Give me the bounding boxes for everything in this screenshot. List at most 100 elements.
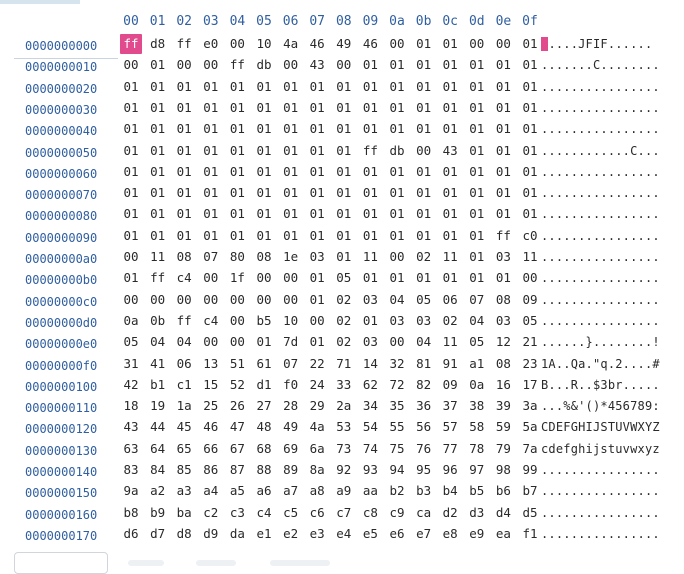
hex-byte[interactable]: 00 — [200, 290, 222, 310]
ascii-text[interactable]: CDEFGHIJSTUVWXYZ — [541, 417, 681, 437]
hex-byte[interactable]: 59 — [492, 417, 514, 437]
hex-byte[interactable]: e1 — [253, 524, 275, 544]
hex-byte[interactable]: 10 — [280, 311, 302, 331]
hex-byte[interactable]: 07 — [466, 290, 488, 310]
hex-byte[interactable]: 01 — [173, 98, 195, 118]
hex-byte[interactable]: 16 — [492, 375, 514, 395]
hex-byte[interactable]: 01 — [173, 162, 195, 182]
row-offset[interactable]: 0000000020 — [25, 81, 115, 97]
hex-byte[interactable]: c0 — [519, 226, 541, 246]
hex-byte[interactable]: 01 — [333, 119, 355, 139]
hex-byte[interactable]: b1 — [147, 375, 169, 395]
hex-byte[interactable]: 01 — [253, 183, 275, 203]
ascii-text[interactable]: ................ — [541, 524, 681, 544]
hex-byte[interactable]: 01 — [492, 55, 514, 75]
row-offset[interactable]: 0000000130 — [25, 443, 115, 459]
row-offset[interactable]: 00000000a0 — [25, 251, 115, 267]
hex-byte[interactable]: 46 — [359, 34, 381, 54]
hex-byte[interactable]: 01 — [253, 77, 275, 97]
bottom-input-box[interactable] — [14, 552, 108, 574]
hex-byte[interactable]: 03 — [386, 311, 408, 331]
hex-byte[interactable]: 46 — [306, 34, 328, 54]
hex-byte[interactable]: 47 — [226, 417, 248, 437]
hex-byte[interactable]: a3 — [173, 481, 195, 501]
hex-byte[interactable]: e5 — [359, 524, 381, 544]
hex-byte[interactable]: 05 — [413, 290, 435, 310]
hex-byte[interactable]: ff — [173, 34, 195, 54]
hex-byte[interactable]: 01 — [253, 98, 275, 118]
hex-byte[interactable]: 01 — [439, 226, 461, 246]
hex-byte[interactable]: 01 — [359, 98, 381, 118]
hex-byte[interactable]: c6 — [306, 503, 328, 523]
hex-byte[interactable]: 33 — [333, 375, 355, 395]
hex-byte[interactable]: 01 — [120, 204, 142, 224]
hex-byte[interactable]: c1 — [173, 375, 195, 395]
hex-byte[interactable]: 01 — [492, 77, 514, 97]
hex-byte[interactable]: c4 — [200, 311, 222, 331]
hex-byte[interactable]: 00 — [492, 34, 514, 54]
hex-byte[interactable]: 09 — [519, 290, 541, 310]
hex-byte[interactable]: 01 — [359, 162, 381, 182]
hex-byte[interactable]: 08 — [492, 354, 514, 374]
hex-byte[interactable]: 97 — [466, 460, 488, 480]
ascii-text[interactable]: ...%&'()*456789: — [541, 396, 681, 416]
hex-byte[interactable]: ff — [359, 141, 381, 161]
hex-byte[interactable]: a1 — [466, 354, 488, 374]
hex-byte[interactable]: 63 — [120, 439, 142, 459]
hex-byte[interactable]: c8 — [359, 503, 381, 523]
hex-byte[interactable]: ff — [120, 34, 142, 54]
hex-byte[interactable]: 28 — [280, 396, 302, 416]
hex-byte[interactable]: 07 — [200, 247, 222, 267]
hex-byte[interactable]: aa — [359, 481, 381, 501]
hex-byte[interactable]: 01 — [359, 268, 381, 288]
hex-byte[interactable]: 18 — [120, 396, 142, 416]
hex-byte[interactable]: d7 — [147, 524, 169, 544]
hex-byte[interactable]: 53 — [333, 417, 355, 437]
hex-byte[interactable]: 01 — [333, 162, 355, 182]
hex-byte[interactable]: 11 — [439, 332, 461, 352]
row-offset[interactable]: 0000000080 — [25, 208, 115, 224]
hex-byte[interactable]: 01 — [413, 226, 435, 246]
hex-byte[interactable]: 57 — [439, 417, 461, 437]
hex-byte[interactable]: 01 — [173, 183, 195, 203]
hex-byte[interactable]: 01 — [386, 119, 408, 139]
hex-byte[interactable]: 01 — [253, 119, 275, 139]
hex-byte[interactable]: 01 — [120, 119, 142, 139]
hex-byte[interactable]: 61 — [253, 354, 275, 374]
hex-byte[interactable]: a8 — [306, 481, 328, 501]
hex-byte[interactable]: 01 — [200, 183, 222, 203]
hex-byte[interactable]: 01 — [253, 226, 275, 246]
hex-byte[interactable]: 01 — [439, 268, 461, 288]
hex-byte[interactable]: 01 — [306, 290, 328, 310]
row-offset[interactable]: 0000000040 — [25, 123, 115, 139]
ascii-text[interactable]: .......C........ — [541, 55, 681, 75]
hex-byte[interactable]: 00 — [253, 290, 275, 310]
row-offset[interactable]: 0000000120 — [25, 421, 115, 437]
hex-byte[interactable]: 01 — [439, 34, 461, 54]
hex-byte[interactable]: 01 — [226, 98, 248, 118]
hex-byte[interactable]: e3 — [306, 524, 328, 544]
hex-byte[interactable]: 43 — [120, 417, 142, 437]
hex-byte[interactable]: ff — [173, 311, 195, 331]
row-offset[interactable]: 0000000150 — [25, 485, 115, 501]
hex-byte[interactable]: c4 — [253, 503, 275, 523]
hex-byte[interactable]: 01 — [147, 226, 169, 246]
hex-byte[interactable]: e9 — [466, 524, 488, 544]
hex-byte[interactable]: 04 — [173, 332, 195, 352]
hex-byte[interactable]: 01 — [147, 77, 169, 97]
hex-byte[interactable]: 01 — [333, 98, 355, 118]
hex-byte[interactable]: 00 — [226, 311, 248, 331]
row-offset[interactable]: 00000000e0 — [25, 336, 115, 352]
hex-byte[interactable]: 43 — [439, 141, 461, 161]
hex-byte[interactable]: 01 — [280, 162, 302, 182]
hex-byte[interactable]: 34 — [359, 396, 381, 416]
hex-byte[interactable]: 01 — [359, 204, 381, 224]
hex-byte[interactable]: 00 — [413, 141, 435, 161]
row-offset[interactable]: 0000000160 — [25, 507, 115, 523]
hex-byte[interactable]: 01 — [519, 204, 541, 224]
hex-byte[interactable]: 01 — [466, 55, 488, 75]
hex-byte[interactable]: 01 — [439, 183, 461, 203]
hex-byte[interactable]: 01 — [492, 98, 514, 118]
hex-byte[interactable]: 93 — [359, 460, 381, 480]
hex-byte[interactable]: 03 — [359, 332, 381, 352]
